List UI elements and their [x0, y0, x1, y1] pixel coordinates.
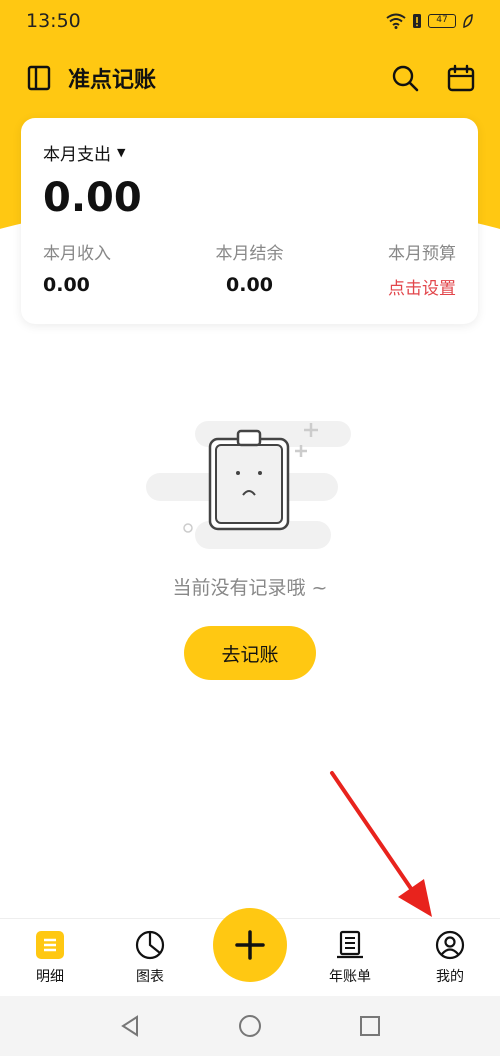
plus-icon — [235, 929, 265, 960]
tab-label: 明细 — [36, 968, 64, 985]
calendar-icon[interactable] — [446, 63, 476, 93]
system-nav-bar — [0, 996, 500, 1056]
receipt-icon — [335, 930, 365, 960]
app-header: 准点记账 — [0, 52, 500, 104]
set-budget-link[interactable]: 点击设置 — [388, 274, 456, 299]
back-icon[interactable] — [119, 1015, 141, 1037]
sidebar-toggle-icon[interactable] — [24, 63, 54, 93]
recents-icon[interactable] — [359, 1015, 381, 1037]
budget-label: 本月预算 — [388, 244, 456, 264]
tab-label: 图表 — [136, 968, 164, 985]
empty-clipboard-illustration — [146, 421, 351, 549]
search-icon[interactable] — [390, 63, 420, 93]
caret-down-icon: ▼ — [117, 146, 126, 159]
tab-annual-bill[interactable]: 年账单 — [300, 919, 400, 996]
expense-selector[interactable]: 本月支出 ▼ — [43, 140, 456, 165]
user-icon — [435, 930, 465, 960]
battery-icon: 47 — [428, 14, 456, 28]
balance-label: 本月结余 — [215, 244, 284, 264]
bottom-tab-bar: 明细 图表 年账单 我的 — [0, 907, 500, 996]
tab-label: 年账单 — [329, 968, 371, 985]
tab-charts[interactable]: 图表 — [100, 919, 200, 996]
income-label: 本月收入 — [43, 244, 111, 264]
expense-value: 0.00 — [43, 175, 142, 221]
tab-label: 我的 — [436, 968, 464, 985]
expense-label: 本月支出 — [43, 145, 111, 165]
tab-details[interactable]: 明细 — [0, 919, 100, 996]
balance-value: 0.00 — [226, 274, 273, 296]
alert-icon — [413, 14, 421, 28]
leaf-icon — [463, 14, 473, 28]
add-record-button[interactable] — [213, 907, 287, 982]
balance-stat: 本月结余 0.00 — [216, 239, 284, 299]
tab-mine[interactable]: 我的 — [400, 919, 500, 996]
home-icon[interactable] — [238, 1014, 262, 1038]
tab-add[interactable] — [200, 907, 300, 996]
income-stat: 本月收入 0.00 — [43, 239, 111, 299]
budget-stat: 本月预算 点击设置 — [388, 239, 456, 299]
status-time: 13:50 — [26, 10, 81, 32]
list-icon — [35, 930, 65, 960]
empty-message: 当前没有记录哦 ~ — [172, 577, 328, 599]
income-value: 0.00 — [43, 274, 90, 296]
wifi-icon — [386, 13, 406, 29]
pie-chart-icon — [135, 930, 165, 960]
go-record-button[interactable]: 去记账 — [184, 626, 316, 680]
annotation-arrow — [330, 771, 432, 917]
app-title: 准点记账 — [68, 68, 157, 93]
status-bar: 13:50 47 — [0, 0, 500, 42]
summary-card: 本月支出 ▼ 0.00 本月收入 0.00 本月结余 0.00 本月预算 点击设… — [21, 118, 478, 324]
